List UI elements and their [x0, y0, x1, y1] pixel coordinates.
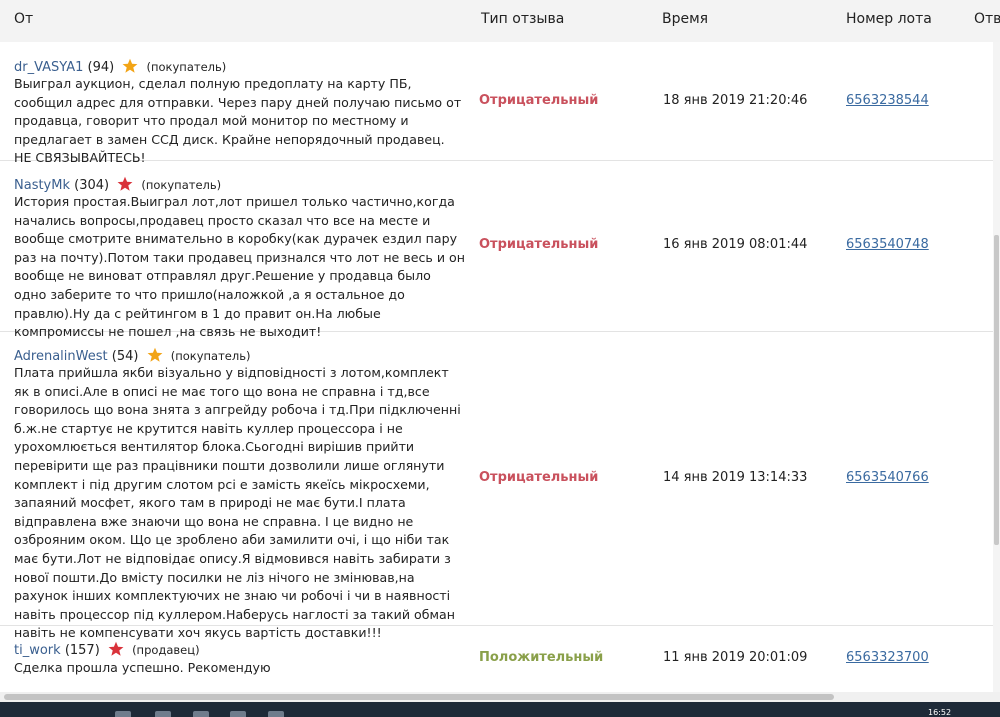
review-time: 18 янв 2019 21:20:46	[663, 93, 808, 108]
reviewer-link[interactable]: dr_VASYA1	[14, 60, 83, 75]
reviewer-rating: (94)	[87, 60, 115, 75]
reviewer: dr_VASYA1 (94) (покупатель)	[14, 58, 226, 75]
taskbar-app-icon[interactable]	[268, 711, 284, 717]
lot-link[interactable]: 6563323700	[846, 650, 929, 665]
review-text: Выиграл аукцион, сделал полную предоплат…	[14, 76, 462, 166]
review-text: Сделка прошла успешно. Рекомендую	[14, 660, 271, 675]
reviewer-role: (продавец)	[132, 643, 200, 657]
table-header: От Тип отзыва Время Номер лота Отв	[0, 0, 1000, 42]
table-row: NastyMk (304) (покупатель) История прост…	[0, 160, 993, 339]
column-time: Время	[662, 11, 709, 27]
vertical-scroll-thumb[interactable]	[994, 235, 999, 545]
review-type: Положительный	[479, 650, 604, 665]
orange-star-icon	[122, 58, 138, 73]
taskbar: 16:52	[0, 702, 1000, 717]
taskbar-app-icon[interactable]	[155, 711, 171, 717]
column-from: От	[14, 11, 34, 27]
reviewer: NastyMk (304) (покупатель)	[14, 176, 221, 193]
orange-star-icon	[147, 347, 163, 362]
column-type: Тип отзыва	[481, 11, 565, 27]
review-time: 11 янв 2019 20:01:09	[663, 650, 808, 665]
reviewer-rating: (157)	[64, 643, 100, 658]
review-text: История простая.Выиграл лот,лот пришел т…	[14, 194, 465, 340]
horizontal-scroll-thumb[interactable]	[4, 694, 834, 700]
reviewer-link[interactable]: ti_work	[14, 643, 61, 658]
review-type: Отрицательный	[479, 470, 599, 485]
lot-link[interactable]: 6563540748	[846, 237, 929, 252]
column-lot: Номер лота	[846, 11, 932, 27]
red-star-icon	[117, 176, 133, 191]
reviewer-role: (покупатель)	[170, 349, 251, 363]
review-text: Плата прийшла якби візуально у відповідн…	[14, 365, 461, 641]
review-time: 14 янв 2019 13:14:33	[663, 470, 808, 485]
reviewer-role: (покупатель)	[141, 178, 222, 192]
taskbar-app-icon[interactable]	[193, 711, 209, 717]
reviewer-rating: (304)	[74, 178, 110, 193]
review-time: 16 янв 2019 08:01:44	[663, 237, 808, 252]
reviewer: ti_work (157) (продавец)	[14, 641, 200, 658]
review-type: Отрицательный	[479, 237, 599, 252]
red-star-icon	[108, 641, 124, 656]
column-answer: Отв	[974, 11, 1000, 27]
review-type: Отрицательный	[479, 93, 599, 108]
taskbar-app-icon[interactable]	[115, 711, 131, 717]
lot-link[interactable]: 6563540766	[846, 470, 929, 485]
taskbar-app-icon[interactable]	[230, 711, 246, 717]
table-row: dr_VASYA1 (94) (покупатель) Выиграл аукц…	[0, 42, 993, 165]
reviewer-link[interactable]: AdrenalinWest	[14, 349, 108, 364]
table-row: AdrenalinWest (54) (покупатель) Плата пр…	[0, 331, 993, 640]
taskbar-clock: 16:52	[928, 708, 952, 717]
reviewer-rating: (54)	[111, 349, 139, 364]
reviewer-role: (покупатель)	[146, 60, 227, 74]
table-row: ti_work (157) (продавец) Сделка прошла у…	[0, 625, 993, 692]
reviewer: AdrenalinWest (54) (покупатель)	[14, 347, 250, 364]
reviewer-link[interactable]: NastyMk	[14, 178, 70, 193]
lot-link[interactable]: 6563238544	[846, 93, 929, 108]
